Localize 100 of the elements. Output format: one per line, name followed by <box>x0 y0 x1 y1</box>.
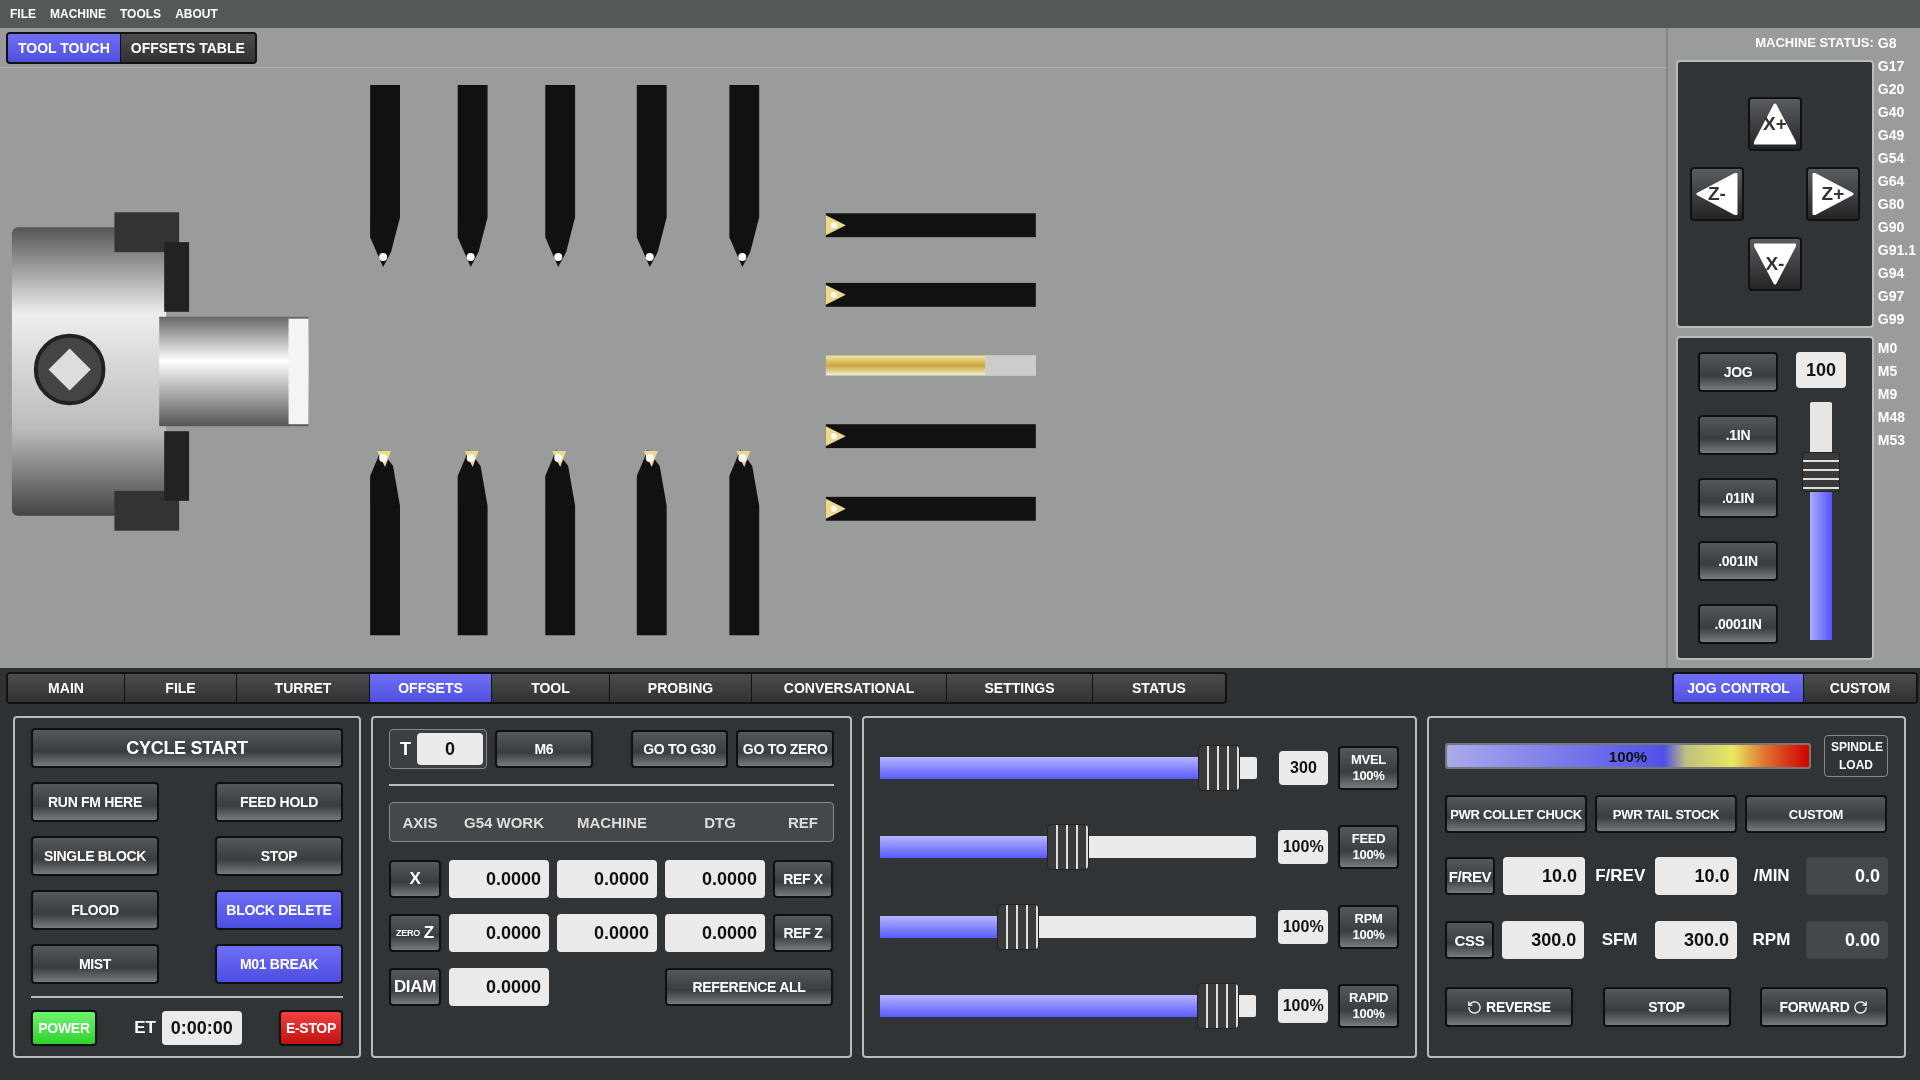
tab[interactable]: FILE <box>125 674 237 702</box>
override-value: 100% <box>1278 909 1329 944</box>
slider-thumb[interactable] <box>996 903 1039 950</box>
coordinate-field: 0.0000 <box>665 860 765 898</box>
menu-item[interactable]: FILE <box>10 7 36 21</box>
jog-arrow-button[interactable]: Z+ <box>1805 167 1860 221</box>
spindle-mode-button[interactable]: F/REV <box>1445 857 1495 895</box>
e-stop-button[interactable]: E-STOP <box>279 1010 343 1046</box>
tab[interactable]: JOG CONTROL <box>1674 674 1804 702</box>
tab[interactable]: PROBING <box>610 674 752 702</box>
triangle-icon <box>1753 243 1796 285</box>
jog-rate-field[interactable]: 100 <box>1796 352 1846 388</box>
forward-button[interactable]: FORWARD <box>1760 987 1888 1027</box>
g-code-label: G94 <box>1877 264 1906 283</box>
menu-item[interactable]: MACHINE <box>50 7 106 21</box>
triangle-icon <box>1695 173 1738 215</box>
spindle-value-field[interactable]: 10.0 <box>1503 857 1586 895</box>
tab[interactable]: MAIN <box>8 674 125 702</box>
g-code-label: G20 <box>1877 80 1906 99</box>
increment-button[interactable]: .0001IN <box>1698 604 1778 644</box>
axis-button[interactable]: DIAM <box>389 968 441 1006</box>
action-button[interactable]: GO TO ZERO <box>736 730 834 768</box>
toggle-button[interactable]: FLOOD <box>31 890 159 931</box>
triangle-icon <box>1811 173 1854 215</box>
override-value: 300 <box>1278 750 1329 785</box>
spindle-readout: 0.0 <box>1805 857 1888 895</box>
coordinate-field: 0.0000 <box>449 968 549 1006</box>
increment-button[interactable]: .01IN <box>1698 478 1778 518</box>
tab[interactable]: TOOL <box>492 674 610 702</box>
tool-number-control: T 0 <box>389 729 487 769</box>
spindle-load-label: SPINDLE LOAD <box>1824 735 1888 777</box>
coordinate-field: 0.0000 <box>449 914 549 952</box>
load-reading: 100% <box>1608 747 1648 765</box>
toggle-button[interactable]: FEED HOLD <box>215 782 343 823</box>
action-button[interactable]: GO TO G30 <box>630 730 729 768</box>
spindle-option-button[interactable]: PWR TAIL STOCK <box>1595 795 1737 833</box>
g-code-label: G91.1 <box>1877 241 1916 260</box>
increment-button[interactable]: .1IN <box>1698 415 1778 455</box>
slider-thumb[interactable] <box>1047 824 1090 871</box>
toggle-button[interactable]: M01 BREAK <box>215 944 343 985</box>
spindle-option-button[interactable]: CUSTOM <box>1745 795 1887 833</box>
menu-item[interactable]: ABOUT <box>175 7 218 21</box>
tool-number-field[interactable]: 0 <box>417 733 483 765</box>
override-reset-button[interactable]: FEED 100% <box>1338 825 1399 870</box>
toggle-button[interactable]: MIST <box>31 944 159 985</box>
override-slider[interactable] <box>880 983 1257 1030</box>
spindle-stop-button[interactable]: STOP <box>1602 987 1731 1027</box>
override-reset-button[interactable]: RPM 100% <box>1338 904 1399 949</box>
toggle-button[interactable]: STOP <box>215 836 343 877</box>
reference-all-button[interactable]: REFERENCE ALL <box>665 968 833 1006</box>
jog-arrow-button[interactable]: Z- <box>1689 167 1744 221</box>
override-value: 100% <box>1278 989 1329 1024</box>
slider-thumb[interactable] <box>1802 451 1840 492</box>
toggle-button[interactable]: RUN FM HERE <box>31 782 159 823</box>
axis-button[interactable]: X <box>389 860 441 898</box>
coordinate-field: 0.0000 <box>449 860 549 898</box>
override-reset-button[interactable]: MVEL 100% <box>1338 745 1399 790</box>
spindle-value-field[interactable]: 300.0 <box>1502 921 1585 959</box>
unit-label: SFM <box>1600 930 1639 950</box>
override-reset-button[interactable]: RAPID 100% <box>1338 984 1399 1029</box>
tab[interactable]: OFFSETS TABLE <box>120 34 255 62</box>
menu-item[interactable]: TOOLS <box>120 7 162 21</box>
slider-thumb[interactable] <box>1198 744 1241 791</box>
jog-arrow-button[interactable]: X- <box>1747 237 1802 291</box>
jog-mode-button[interactable]: JOG <box>1698 352 1778 392</box>
spindle-value-field[interactable]: 10.0 <box>1655 857 1738 895</box>
cycle-start-button[interactable]: CYCLE START <box>31 728 343 769</box>
tab[interactable]: STATUS <box>1093 674 1225 702</box>
action-button[interactable]: M6 <box>495 730 593 768</box>
tab[interactable]: CONVERSATIONAL <box>752 674 947 702</box>
axis-button[interactable]: ZERO Z <box>389 914 441 952</box>
rotate-right-icon <box>1853 999 1869 1015</box>
toggle-button[interactable]: BLOCK DELETE <box>215 890 343 931</box>
column-header: DTG <box>703 813 737 831</box>
g-code-label: G8 <box>1877 34 1898 53</box>
toggle-button[interactable]: SINGLE BLOCK <box>31 836 159 877</box>
m-code-label: M5 <box>1877 362 1899 381</box>
increment-button[interactable]: .001IN <box>1698 541 1778 581</box>
tab[interactable]: TOOL TOUCH <box>8 34 121 62</box>
tab[interactable]: SETTINGS <box>947 674 1093 702</box>
ref-button[interactable]: REF X <box>773 860 833 898</box>
override-slider[interactable] <box>880 744 1257 791</box>
tab[interactable]: TURRET <box>237 674 370 702</box>
spindle-mode-button[interactable]: CSS <box>1445 921 1495 959</box>
rotate-left-icon <box>1467 999 1483 1015</box>
column-header: AXIS <box>401 813 439 831</box>
g-code-label: G40 <box>1877 103 1906 122</box>
spindle-option-button[interactable]: PWR COLLET CHUCK <box>1445 795 1587 833</box>
slider-thumb[interactable] <box>1197 983 1240 1030</box>
spindle-value-field[interactable]: 300.0 <box>1654 921 1738 959</box>
override-slider[interactable] <box>880 903 1257 950</box>
jog-rate-slider[interactable] <box>1802 402 1840 640</box>
reverse-button[interactable]: REVERSE <box>1445 987 1573 1027</box>
ref-button[interactable]: REF Z <box>773 914 833 952</box>
tab[interactable]: CUSTOM <box>1804 674 1916 702</box>
tab[interactable]: OFFSETS <box>370 674 492 702</box>
m-code-label: M9 <box>1877 385 1899 404</box>
m-code-label: M48 <box>1877 408 1907 427</box>
jog-arrow-button[interactable]: X+ <box>1747 97 1802 151</box>
override-slider[interactable] <box>880 824 1257 871</box>
